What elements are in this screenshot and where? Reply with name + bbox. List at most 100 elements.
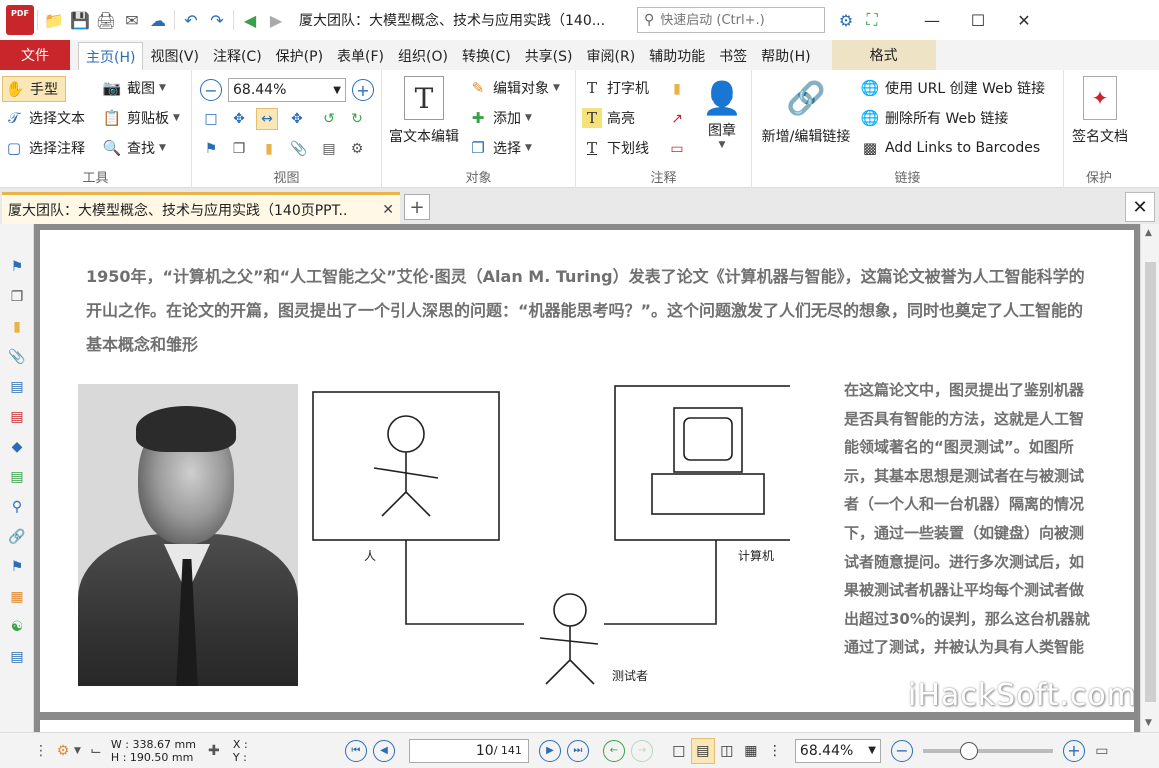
maximize-button[interactable]: ☐ — [955, 0, 1001, 40]
print-icon[interactable]: 🖨 — [93, 7, 119, 33]
delete-web-links-button[interactable]: 🌐 删除所有 Web 链接 — [860, 108, 1009, 128]
security-panel-icon[interactable]: ▤ — [6, 406, 28, 428]
note-icon[interactable]: ▮ — [666, 78, 688, 100]
menu-organize[interactable]: 组织(O) — [391, 42, 455, 70]
links-panel-icon[interactable]: 🔗 — [6, 526, 28, 548]
page-number-input[interactable]: 10 / 141 — [408, 738, 529, 763]
highlight-button[interactable]: T 高亮 — [582, 108, 635, 128]
barcode-links-button[interactable]: ▩ Add Links to Barcodes — [860, 138, 1040, 158]
edit-object-button[interactable]: ✎ 编辑对象 ▼ — [468, 78, 560, 98]
scroll-down-icon[interactable]: ▼ — [1145, 718, 1152, 728]
bookmark-panel-icon[interactable]: ⚑ — [6, 256, 28, 278]
menu-home[interactable]: 主页(H) — [78, 42, 144, 70]
fit-visible-icon[interactable]: ✥ — [286, 108, 308, 130]
create-web-link-button[interactable]: 🌐 使用 URL 创建 Web 链接 — [860, 78, 1045, 98]
menu-view[interactable]: 视图(V) — [143, 42, 206, 70]
document-viewport[interactable]: 1950年，“计算机之父”和“人工智能之父”艾伦·图灵（Alan M. Turi… — [34, 224, 1140, 732]
comments-panel-icon[interactable]: ▮ — [6, 316, 28, 338]
scroll-up-icon[interactable]: ▲ — [1145, 228, 1152, 238]
menu-comment[interactable]: 注释(C) — [206, 42, 269, 70]
close-document-button[interactable]: ✕ — [1125, 192, 1155, 222]
location-panel-icon[interactable]: ⚲ — [6, 496, 28, 518]
select-text-button[interactable]: 𝒯 选择文本 — [4, 108, 85, 128]
select-annotation-button[interactable]: ▢ 选择注释 — [4, 138, 85, 158]
fit-width-icon[interactable]: ↔ — [256, 108, 278, 130]
next-page-icon[interactable]: ▶ — [538, 739, 561, 762]
tab-close-icon[interactable]: ✕ — [382, 202, 394, 218]
first-page-icon[interactable]: ⏮ — [344, 739, 367, 762]
tags-panel-icon[interactable]: ⚑ — [6, 556, 28, 578]
underline-button[interactable]: T 下划线 — [582, 138, 649, 158]
forward-icon[interactable]: ▶ — [263, 7, 289, 33]
attachments-panel-icon[interactable]: 📎 — [6, 346, 28, 368]
go-back-icon[interactable]: ← — [602, 739, 625, 762]
minimize-button[interactable]: — — [909, 0, 955, 40]
previous-page-icon[interactable]: ◀ — [372, 739, 395, 762]
new-edit-link-button[interactable]: 🔗 新增/编辑链接 — [754, 76, 858, 146]
continuous-facing-icon[interactable]: ▦ — [739, 738, 763, 764]
layers-panel-icon[interactable]: ◆ — [6, 436, 28, 458]
rich-text-edit-button[interactable]: T 富文本编辑 — [386, 76, 462, 146]
back-icon[interactable]: ◀ — [237, 7, 263, 33]
fit-page-icon[interactable]: ✥ — [228, 108, 250, 130]
structure-panel-icon[interactable]: ▦ — [6, 586, 28, 608]
menu-share[interactable]: 共享(S) — [518, 42, 580, 70]
find-button[interactable]: 🔍 查找 ▼ — [102, 138, 166, 158]
content-panel-icon[interactable]: ▤ — [6, 466, 28, 488]
zoom-in-icon[interactable]: + — [352, 79, 374, 101]
menu-bookmark[interactable]: 书签 — [712, 42, 754, 70]
clipboard-button[interactable]: 📋 剪贴板 ▼ — [102, 108, 180, 128]
save-icon[interactable]: 💾 — [67, 7, 93, 33]
fullscreen-icon[interactable]: ⛶ — [859, 7, 885, 33]
pages-icon[interactable]: ❐ — [228, 138, 250, 160]
close-button[interactable]: ✕ — [1001, 0, 1047, 40]
bookmark-icon[interactable]: ⚑ — [200, 138, 222, 160]
pages-panel-icon[interactable]: ❐ — [6, 286, 28, 308]
new-tab-button[interactable]: + — [404, 194, 430, 220]
rotate-right-icon[interactable]: ↻ — [346, 108, 368, 130]
search-input[interactable] — [660, 12, 811, 28]
zoom-slider-knob[interactable] — [959, 741, 978, 760]
stamp-button[interactable]: 👤 图章 ▼ — [696, 76, 748, 150]
sign-document-button[interactable]: ✦ 签名文档 — [1066, 76, 1134, 146]
menu-accessibility[interactable]: 辅助功能 — [642, 42, 712, 70]
zoom-select[interactable]: 68.44% ▼ — [228, 78, 346, 102]
redo-icon[interactable]: ↷ — [204, 7, 230, 33]
add-button[interactable]: ✚ 添加 ▼ — [468, 108, 532, 128]
status-zoom-in-icon[interactable]: + — [1062, 739, 1085, 762]
last-page-icon[interactable]: ⏭ — [566, 739, 589, 762]
menu-help[interactable]: 帮助(H) — [754, 42, 817, 70]
form-panel-icon[interactable]: ▤ — [6, 646, 28, 668]
menu-file[interactable]: 文件 — [0, 40, 70, 70]
undo-icon[interactable]: ↶ — [178, 7, 204, 33]
accessibility-panel-icon[interactable]: ☯ — [6, 616, 28, 638]
attachment-icon[interactable]: 📎 — [288, 138, 310, 160]
settings-list-icon[interactable]: ⚙ — [346, 138, 368, 160]
cloud-upload-icon[interactable]: ☁ — [145, 7, 171, 33]
status-zoom-select[interactable]: 68.44% ▼ — [794, 738, 881, 763]
typewriter-button[interactable]: T 打字机 — [582, 78, 649, 98]
settings-icon[interactable]: ⚙ — [833, 7, 859, 33]
rectangle-icon[interactable]: ▭ — [666, 138, 688, 160]
vertical-scrollbar[interactable]: ▲ ▼ — [1140, 224, 1159, 732]
status-zoom-out-icon[interactable]: − — [890, 739, 913, 762]
continuous-page-icon[interactable]: ▤ — [690, 737, 715, 764]
select-button[interactable]: ❐ 选择 ▼ — [468, 138, 532, 158]
reading-mode-icon[interactable]: ⋮ — [763, 738, 787, 764]
go-forward-icon[interactable]: → — [630, 739, 653, 762]
zoom-slider[interactable] — [922, 741, 1053, 760]
fullscreen-icon[interactable]: ▭ — [1091, 740, 1113, 762]
actual-size-icon[interactable]: □ — [200, 108, 222, 130]
rotate-left-icon[interactable]: ↺ — [318, 108, 340, 130]
document-properties-icon[interactable]: ▤ — [318, 138, 340, 160]
scroll-handle-icon[interactable]: ⋮ — [30, 740, 52, 762]
menu-convert[interactable]: 转换(C) — [455, 42, 518, 70]
open-folder-icon[interactable]: 📁 — [41, 7, 67, 33]
zoom-out-icon[interactable]: − — [200, 79, 222, 101]
menu-review[interactable]: 审阅(R) — [580, 42, 643, 70]
quick-launch-search[interactable]: ⚲ — [637, 7, 825, 33]
chevron-down-icon[interactable]: ▼ — [74, 746, 81, 756]
document-panel-icon[interactable]: ▤ — [6, 376, 28, 398]
facing-page-icon[interactable]: ◫ — [715, 738, 739, 764]
menu-protect[interactable]: 保护(P) — [269, 42, 330, 70]
